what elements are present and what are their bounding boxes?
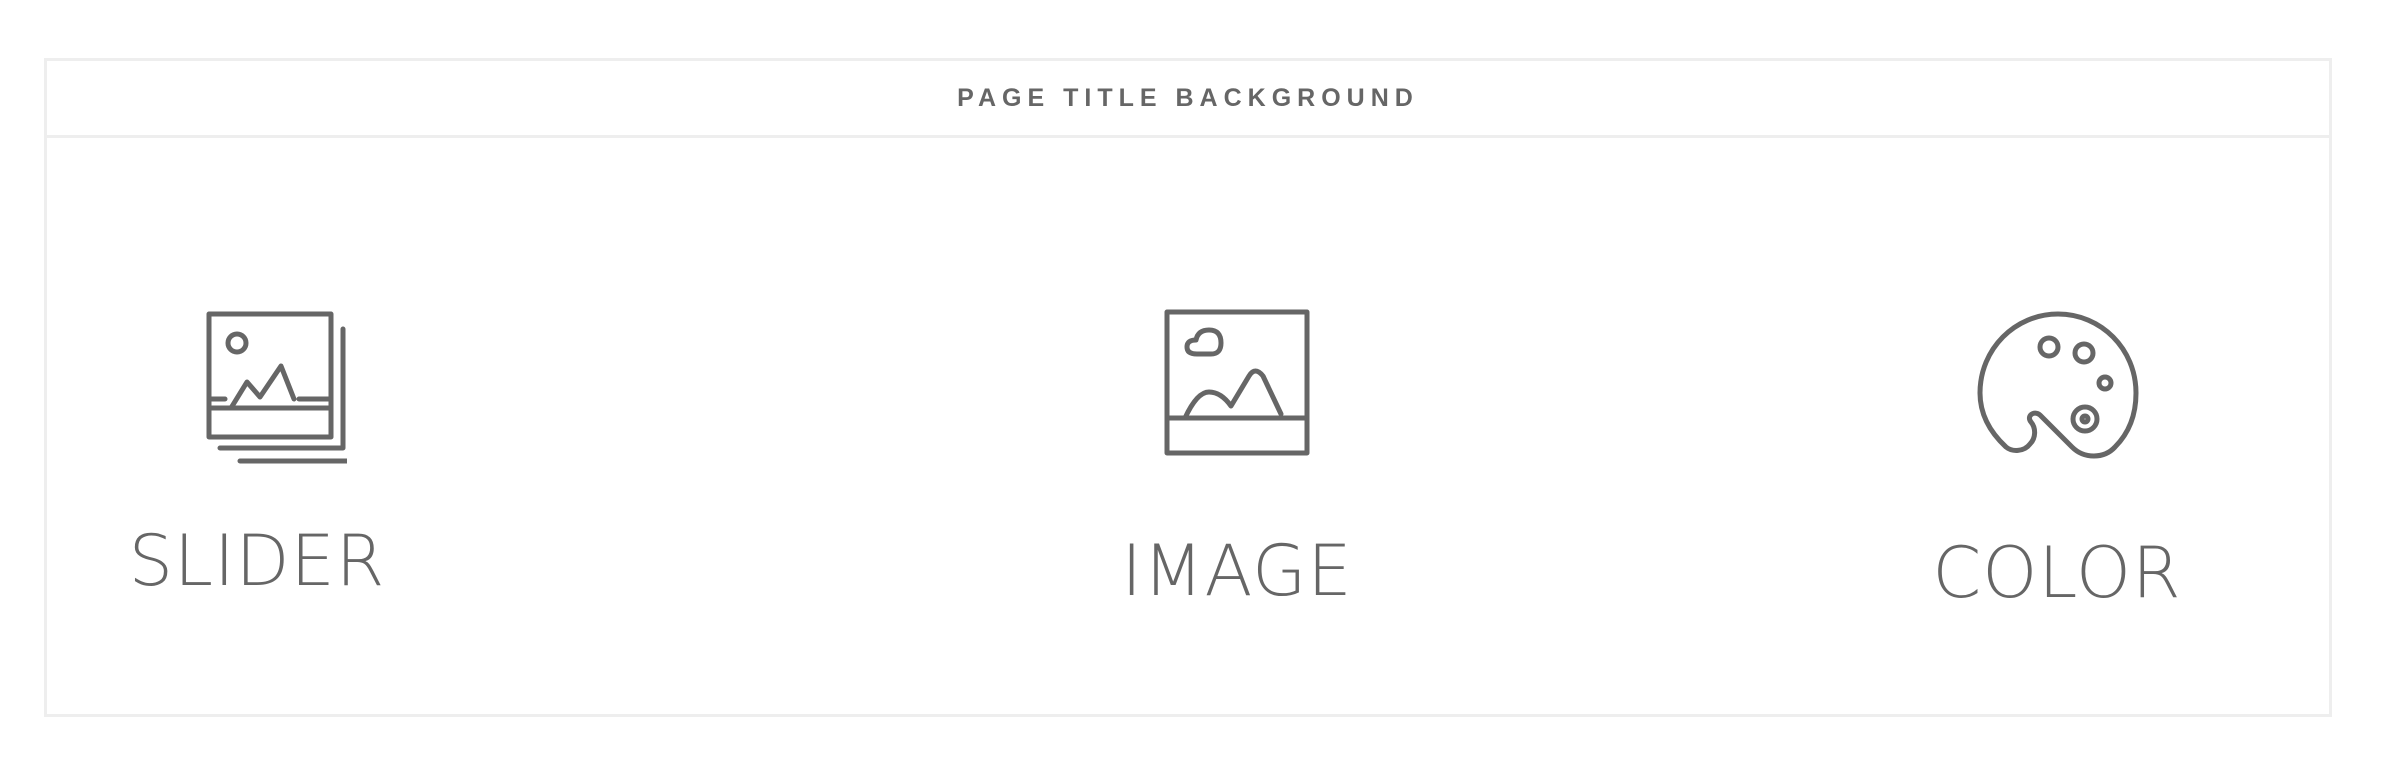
panel-header: PAGE TITLE BACKGROUND — [47, 61, 2329, 138]
page-title-background-panel: PAGE TITLE BACKGROUND SLIDER IMAGE COLOR — [44, 58, 2332, 717]
image-icon — [1157, 306, 1317, 456]
slider-option[interactable]: SLIDER — [129, 306, 384, 596]
image-option[interactable]: IMAGE — [1107, 306, 1367, 606]
color-label: COLOR — [1932, 532, 2182, 614]
color-option[interactable]: COLOR — [1927, 306, 2187, 608]
image-label: IMAGE — [1121, 530, 1353, 612]
palette-icon — [1972, 306, 2142, 466]
slider-label: SLIDER — [128, 520, 386, 602]
image-stack-icon — [167, 306, 347, 476]
panel-title: PAGE TITLE BACKGROUND — [957, 83, 1419, 112]
